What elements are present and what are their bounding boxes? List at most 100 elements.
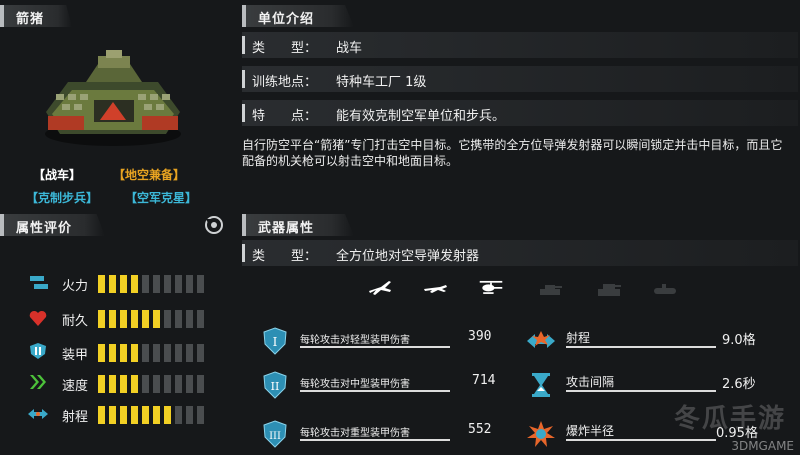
- intro-row-type: 类 型： 战车: [242, 32, 798, 58]
- header-accent: [0, 214, 4, 236]
- stat-segment: [142, 275, 149, 293]
- stat-segment: [109, 310, 116, 328]
- spec-blast-label: 爆炸半径: [566, 424, 615, 438]
- armor-medium-badge-icon: II: [263, 371, 287, 399]
- stat-segment: [175, 406, 182, 424]
- stat-segment: [164, 310, 171, 328]
- light-tank-icon: [540, 285, 562, 295]
- stat-segment: [175, 310, 182, 328]
- stat-segment: [120, 310, 127, 328]
- damage-medium-armor: II 每轮攻击对中型装甲伤害 714: [262, 369, 502, 399]
- stat-label-firepower: 火力: [62, 279, 89, 294]
- stat-segment: [131, 375, 138, 393]
- stat-segment: [98, 310, 105, 328]
- intro-type-label: 类 型：: [252, 41, 318, 56]
- damage-medium-label: 每轮攻击对中型装甲伤害: [300, 379, 410, 390]
- row-accent: [242, 36, 245, 54]
- firepower-icon: [30, 276, 48, 289]
- stat-segment: [197, 344, 204, 362]
- stat-segment: [98, 275, 105, 293]
- row-accent: [242, 70, 245, 88]
- damage-light-value: 390: [468, 329, 492, 344]
- stat-bar-range: [98, 406, 204, 424]
- header-accent: [242, 5, 246, 27]
- stat-segment: [98, 344, 105, 362]
- attribute-header-title: 属性评价: [16, 221, 73, 236]
- stat-segment: [186, 406, 193, 424]
- stat-segment: [186, 344, 193, 362]
- stat-segment: [109, 375, 116, 393]
- tag-vehicle: 【战车】: [33, 168, 82, 182]
- stat-segment: [153, 406, 160, 424]
- stat-segment: [109, 406, 116, 424]
- intro-header-title: 单位介绍: [258, 12, 315, 27]
- weapon-header: 武器属性: [242, 214, 354, 236]
- damage-light-armor: I 每轮攻击对轻型装甲伤害 390: [262, 325, 502, 355]
- infantry-icon: [654, 284, 676, 294]
- stat-segment: [164, 275, 171, 293]
- intro-feature-value: 能有效克制空军单位和步兵。: [336, 109, 506, 124]
- intro-rows: 类 型： 战车 训练地点： 特种车工厂 1级 特 点： 能有效克制空军单位和步兵…: [242, 32, 798, 132]
- underline: [566, 390, 716, 392]
- weapon-header-title: 武器属性: [258, 221, 315, 236]
- stat-label-range: 射程: [62, 410, 89, 425]
- spec-range-value: 9.0格: [722, 333, 756, 348]
- stat-segment: [153, 275, 160, 293]
- armor-shield-icon: [30, 343, 46, 359]
- intro-header: 单位介绍: [242, 5, 354, 27]
- stat-bar-speed: [98, 375, 204, 393]
- armor-light-badge-icon: I: [263, 327, 287, 355]
- intro-feature-label: 特 点：: [252, 109, 318, 124]
- intro-training-value: 特种车工厂 1级: [336, 75, 427, 90]
- helicopter-icon: [479, 280, 503, 294]
- stat-segment: [98, 375, 105, 393]
- stat-bar-durability: [98, 310, 204, 328]
- range-arrows-icon: [28, 409, 48, 419]
- svg-text:III: III: [269, 431, 281, 442]
- stat-segment: [153, 344, 160, 362]
- stat-segment: [197, 406, 204, 424]
- stat-segment: [109, 344, 116, 362]
- bomber-plane-icon: [424, 285, 447, 293]
- damage-heavy-value: 552: [468, 422, 492, 437]
- stat-segment: [175, 375, 182, 393]
- intro-row-training: 训练地点： 特种车工厂 1级: [242, 66, 798, 92]
- underline: [300, 439, 450, 441]
- intro-type-value: 战车: [336, 41, 363, 56]
- header-accent: [0, 5, 4, 27]
- underline: [566, 439, 716, 441]
- attribute-header: 属性评价: [0, 214, 105, 236]
- underline: [566, 346, 716, 348]
- spec-range: 射程 9.0格: [526, 325, 770, 355]
- stat-segment: [186, 310, 193, 328]
- tag-counter-infantry: 【克制步兵】: [26, 191, 99, 205]
- stat-segment: [164, 344, 171, 362]
- armor-heavy-badge-icon: III: [263, 420, 287, 448]
- spec-interval: 攻击间隔 2.6秒: [526, 369, 770, 399]
- stat-segment: [186, 375, 193, 393]
- watermark-sub: 3DMGAME: [731, 439, 794, 453]
- stat-segment: [120, 406, 127, 424]
- stat-segment: [197, 275, 204, 293]
- stat-segment: [153, 310, 160, 328]
- speed-chevrons-icon: [30, 375, 46, 389]
- damage-heavy-label: 每轮攻击对重型装甲伤害: [300, 428, 410, 439]
- row-accent: [242, 104, 245, 122]
- damage-light-label: 每轮攻击对轻型装甲伤害: [300, 335, 410, 346]
- damage-medium-value: 714: [472, 373, 496, 388]
- weapon-type-value: 全方位地对空导弹发射器: [336, 249, 480, 264]
- explosion-radius-icon: [527, 421, 555, 447]
- fighter-jet-icon: [369, 281, 391, 295]
- damage-heavy-armor: III 每轮攻击对重型装甲伤害 552: [262, 418, 502, 448]
- spec-interval-label: 攻击间隔: [566, 375, 615, 389]
- weapon-type-row: 类 型： 全方位地对空导弹发射器: [242, 240, 798, 266]
- stat-segment: [131, 310, 138, 328]
- stat-segment: [131, 406, 138, 424]
- refresh-icon[interactable]: [204, 215, 224, 235]
- stat-segment: [142, 375, 149, 393]
- stat-segment: [109, 275, 116, 293]
- stat-segment: [142, 344, 149, 362]
- stat-bar-firepower: [98, 275, 204, 293]
- stat-segment: [175, 275, 182, 293]
- intro-description: 自行防空平台“箭猪”专门打击空中目标。它携带的全方位导弹发射器可以瞬间锁定并击中…: [242, 138, 783, 168]
